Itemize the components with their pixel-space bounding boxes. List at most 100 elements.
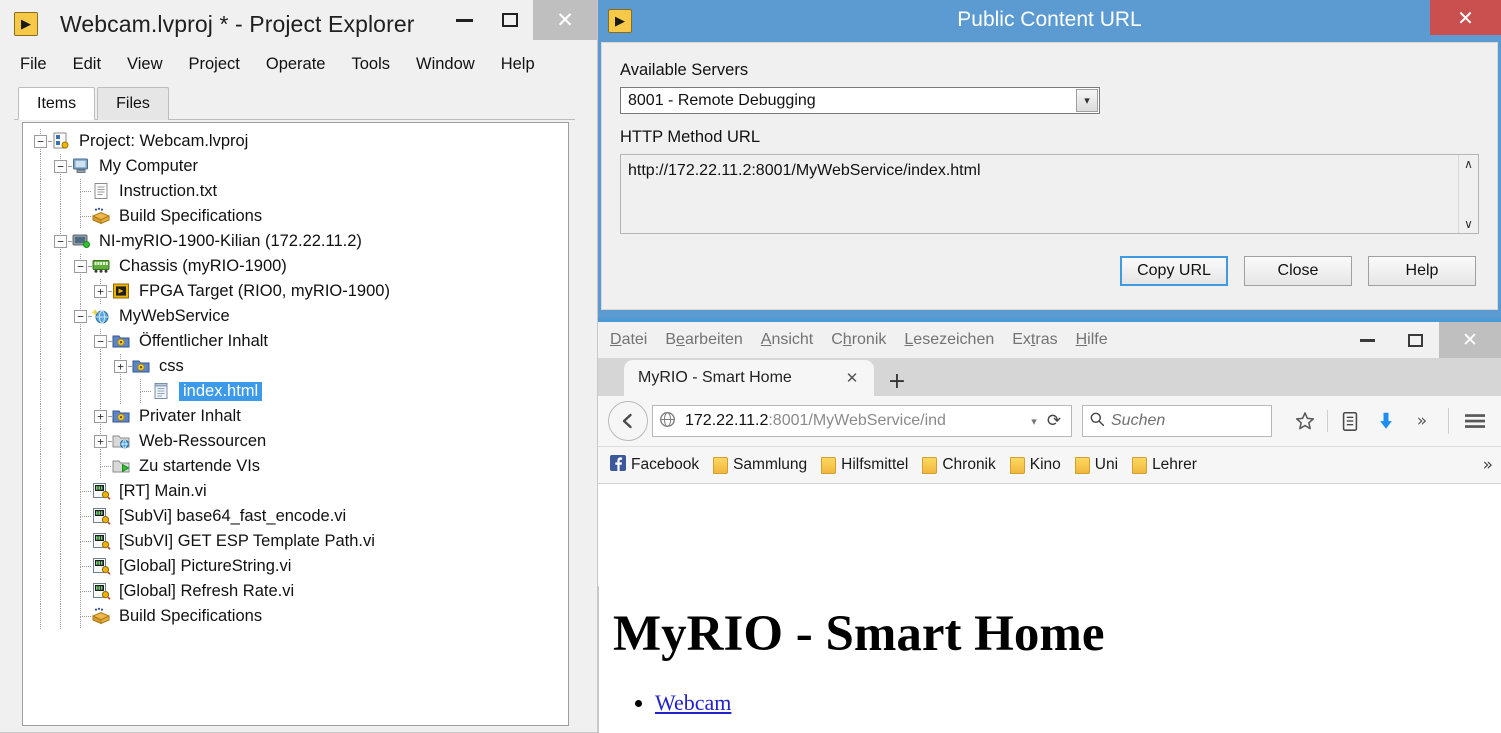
bookmark-uni[interactable]: Uni — [1071, 454, 1122, 476]
tree-indent-guide — [51, 479, 71, 504]
url-bar[interactable]: 172.22.11.2:8001/MyWebService/ind ▾ ⟳ — [652, 405, 1072, 437]
menu-bearbeiten[interactable]: Bearbeiten — [665, 331, 742, 349]
back-button[interactable] — [608, 401, 648, 441]
bookmark-hilfsmittel[interactable]: Hilfsmittel — [817, 454, 912, 476]
url-text: 172.22.11.2:8001/MyWebService/ind — [685, 412, 1025, 430]
tree-indent-guide — [51, 404, 71, 429]
menu-operate[interactable]: Operate — [264, 53, 328, 76]
bookmarks-overflow-icon[interactable]: » — [1483, 455, 1493, 475]
scroll-down-icon[interactable]: ∨ — [1464, 218, 1473, 230]
collapse-toggle-icon[interactable]: − — [51, 154, 72, 179]
tree-item[interactable]: − Chassis (myRIO-1900) — [31, 254, 568, 279]
webcam-link[interactable]: Webcam — [655, 690, 731, 715]
tree-item[interactable]: [Global] Refresh Rate.vi — [31, 579, 568, 604]
downloads-icon[interactable] — [1370, 405, 1402, 437]
tree-indent-guide — [71, 279, 91, 304]
menu-hilfe[interactable]: Hilfe — [1076, 331, 1108, 349]
close-button[interactable]: ✕ — [1439, 322, 1501, 358]
maximize-button[interactable] — [1391, 322, 1439, 358]
tree-item[interactable]: [RT] Main.vi — [31, 479, 568, 504]
menu-help[interactable]: Help — [499, 53, 537, 76]
bookmark-kino[interactable]: Kino — [1006, 454, 1065, 476]
expand-toggle-icon[interactable]: + — [91, 429, 112, 454]
menu-datei[interactable]: Datei — [610, 331, 647, 349]
tree-indent-guide — [51, 204, 71, 229]
menu-extras[interactable]: Extras — [1012, 331, 1057, 349]
reload-icon[interactable]: ⟳ — [1043, 411, 1065, 431]
http-method-url-textarea[interactable]: http://172.22.11.2:8001/MyWebService/ind… — [620, 154, 1479, 234]
expand-toggle-icon[interactable]: + — [111, 354, 132, 379]
tab-items[interactable]: Items — [18, 87, 96, 120]
tree-item[interactable]: + Privater Inhalt — [31, 404, 568, 429]
collapse-toggle-icon[interactable]: − — [31, 129, 52, 154]
tree-item[interactable]: − My Computer — [31, 154, 568, 179]
expand-toggle-icon[interactable]: + — [91, 404, 112, 429]
copy-url-button[interactable]: Copy URL — [1120, 256, 1228, 286]
available-servers-select[interactable]: 8001 - Remote Debugging ▾ — [620, 87, 1100, 114]
search-bar[interactable]: Suchen — [1082, 405, 1272, 437]
tree-item[interactable]: Build Specifications — [31, 604, 568, 629]
maximize-button[interactable] — [487, 0, 533, 40]
tree-item[interactable]: index.html — [31, 379, 568, 404]
tree-item[interactable]: + css — [31, 354, 568, 379]
tree-indent-guide — [51, 354, 71, 379]
tree-item[interactable]: − Project: Webcam.lvproj — [31, 129, 568, 154]
minimize-button[interactable] — [441, 0, 487, 40]
menu-file[interactable]: File — [18, 53, 49, 76]
chevron-down-icon[interactable]: ▾ — [1025, 415, 1043, 428]
collapse-toggle-icon[interactable]: − — [71, 304, 92, 329]
new-tab-button[interactable]: + — [880, 366, 914, 396]
tree-item[interactable]: Build Specifications — [31, 204, 568, 229]
project-tree-panel[interactable]: − Project: Webcam.lvproj − My Computer Instr… — [22, 122, 569, 726]
page-link-list: Webcam — [655, 690, 1501, 716]
collapse-toggle-icon[interactable]: − — [71, 254, 92, 279]
hamburger-menu-icon[interactable] — [1459, 405, 1491, 437]
bookmark-sammlung[interactable]: Sammlung — [709, 454, 811, 476]
tree-item[interactable]: [SubVi] base64_fast_encode.vi — [31, 504, 568, 529]
dialog-close-button[interactable]: ✕ — [1430, 0, 1501, 35]
project-tree: − Project: Webcam.lvproj − My Computer Instr… — [23, 123, 568, 629]
tree-item[interactable]: − Öffentlicher Inhalt — [31, 329, 568, 354]
tree-item[interactable]: Instruction.txt — [31, 179, 568, 204]
vi-icon — [91, 582, 113, 602]
bookmark-lehrer[interactable]: Lehrer — [1128, 454, 1201, 476]
help-button[interactable]: Help — [1368, 256, 1476, 286]
menu-lesezeichen[interactable]: Lesezeichen — [904, 331, 994, 349]
collapse-toggle-icon[interactable]: − — [91, 329, 112, 354]
overflow-chevrons-icon[interactable]: » — [1406, 405, 1438, 437]
tab-close-icon[interactable]: ✕ — [842, 368, 862, 388]
close-button[interactable]: ✕ — [533, 0, 597, 40]
tree-indent-guide — [31, 604, 51, 629]
labview-menubar: File Edit View Project Operate Tools Win… — [0, 48, 597, 81]
expand-toggle-icon[interactable]: + — [91, 279, 112, 304]
url-scrollbar[interactable]: ∧ ∨ — [1458, 155, 1478, 233]
chevron-down-icon[interactable]: ▾ — [1076, 89, 1098, 112]
menu-view[interactable]: View — [125, 53, 164, 76]
menu-tools[interactable]: Tools — [349, 53, 392, 76]
tree-item[interactable]: + FPGA Target (RIO0, myRIO-1900) — [31, 279, 568, 304]
scroll-up-icon[interactable]: ∧ — [1464, 158, 1473, 170]
tree-item[interactable]: + Web-Ressourcen — [31, 429, 568, 454]
tree-item[interactable]: Zu startende VIs — [31, 454, 568, 479]
tree-item[interactable]: [SubVI] GET ESP Template Path.vi — [31, 529, 568, 554]
menu-ansicht[interactable]: Ansicht — [761, 331, 813, 349]
library-icon[interactable] — [1334, 405, 1366, 437]
bookmark-chronik[interactable]: Chronik — [918, 454, 999, 476]
tab-files[interactable]: Files — [97, 87, 169, 120]
tree-item[interactable]: − MyWebService — [31, 304, 568, 329]
menu-window[interactable]: Window — [414, 53, 477, 76]
menu-edit[interactable]: Edit — [71, 53, 103, 76]
tree-item[interactable]: [Global] PictureString.vi — [31, 554, 568, 579]
minimize-button[interactable] — [1343, 322, 1391, 358]
menu-project[interactable]: Project — [187, 53, 242, 76]
browser-tab[interactable]: MyRIO - Smart Home ✕ — [624, 360, 874, 396]
bookmark-facebook[interactable]: Facebook — [606, 453, 703, 478]
tree-indent-guide — [51, 279, 71, 304]
bookmark-star-icon[interactable] — [1289, 405, 1321, 437]
tree-item[interactable]: − NI-myRIO-1900-Kilian (172.22.11.2) — [31, 229, 568, 254]
menu-chronik[interactable]: Chronik — [831, 331, 886, 349]
tree-indent-guide — [51, 554, 71, 579]
collapse-toggle-icon[interactable]: − — [51, 229, 72, 254]
close-button[interactable]: Close — [1244, 256, 1352, 286]
window-title: Webcam.lvproj * - Project Explorer — [60, 10, 415, 37]
